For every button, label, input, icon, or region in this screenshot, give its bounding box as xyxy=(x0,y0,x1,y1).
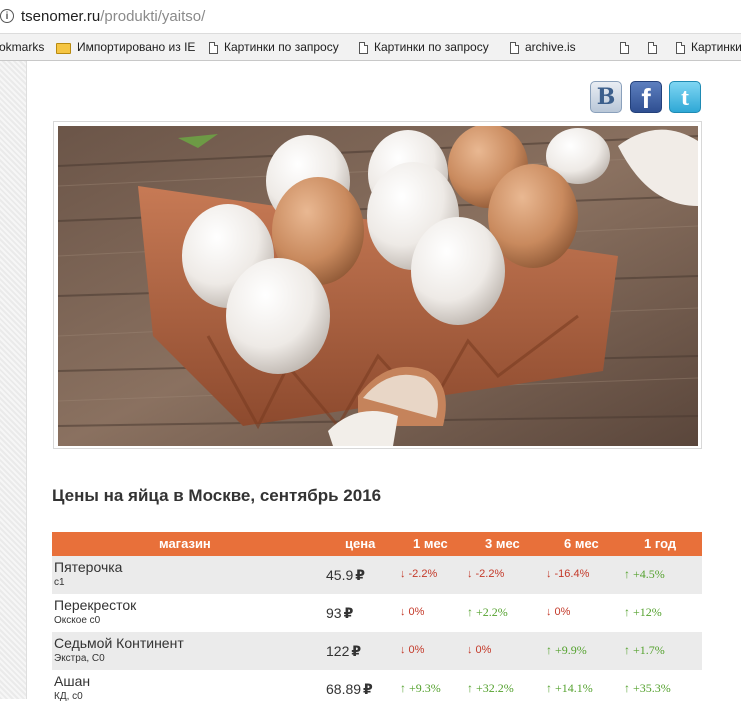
facebook-share-icon[interactable]: f xyxy=(630,81,662,114)
bookmarks-bar: okmarks Импортировано из IE Картинки по … xyxy=(0,33,741,61)
store-name: Пятерочка xyxy=(54,559,123,575)
url-path: /produkti/yaitso/ xyxy=(100,8,206,25)
store-grade: Окское с0 xyxy=(54,615,101,626)
table-row: Перекресток Окское с0 93 ₽ ↓ 0% ↑ +2.2% ↓ 0% ↑ +12% xyxy=(52,594,702,632)
store-grade: Экстра, С0 xyxy=(54,653,105,664)
ruble-icon: ₽ xyxy=(355,567,365,583)
address-bar[interactable]: i tsenomer.ru/produkti/yaitso/ xyxy=(0,0,741,33)
doc-icon xyxy=(648,42,657,54)
table-row: Ашан КД, с0 68.89 ₽ ↑ +9.3% ↑ +32.2% ↑ +14.1% ↑ +35… xyxy=(52,670,702,708)
arrow-up-icon: ↑ xyxy=(624,605,630,619)
twitter-share-icon[interactable]: t xyxy=(669,81,701,113)
page-left-margin xyxy=(0,61,27,699)
col-header-3m: 3 мес xyxy=(485,536,520,551)
change-m6: ↓ -16.4% xyxy=(546,568,590,580)
arrow-down-icon: ↓ xyxy=(400,606,406,618)
change-y1: ↑ +12% xyxy=(624,605,662,619)
change-y1: ↑ +35.3% xyxy=(624,681,671,695)
hero-image-frame xyxy=(53,121,702,449)
change-m1: ↓ 0% xyxy=(400,644,425,656)
arrow-down-icon: ↓ xyxy=(467,644,473,656)
price-cell: 68.89 ₽ xyxy=(326,681,373,697)
arrow-up-icon: ↑ xyxy=(624,643,630,657)
store-name: Ашан xyxy=(54,673,91,689)
arrow-up-icon: ↑ xyxy=(546,643,552,657)
col-header-1y: 1 год xyxy=(644,536,677,551)
bookmark-item[interactable]: Картинки xyxy=(676,40,741,56)
store-name: Перекресток xyxy=(54,597,137,613)
arrow-up-icon: ↑ xyxy=(400,681,406,695)
change-m1: ↓ 0% xyxy=(400,606,425,618)
prices-table: магазин цена 1 мес 3 мес 6 мес 1 год Пят… xyxy=(52,532,702,708)
bookmark-item[interactable]: Картинки по запросу xyxy=(209,40,345,56)
col-header-1m: 1 мес xyxy=(413,536,448,551)
page-title: Цены на яйца в Москве, сентябрь 2016 xyxy=(52,486,382,505)
arrow-down-icon: ↓ xyxy=(546,568,552,580)
ruble-icon: ₽ xyxy=(343,605,354,621)
arrow-up-icon: ↑ xyxy=(624,567,630,581)
bookmark-item[interactable]: archive.is xyxy=(510,40,576,56)
arrow-down-icon: ↓ xyxy=(467,568,473,580)
bookmark-folder-imported[interactable]: Импортировано из IE xyxy=(56,40,196,56)
change-m3: ↑ +32.2% xyxy=(467,681,514,695)
doc-icon xyxy=(620,42,629,54)
change-m6: ↓ 0% xyxy=(546,606,571,618)
site-info-icon[interactable]: i xyxy=(0,9,14,23)
arrow-down-icon: ↓ xyxy=(400,568,406,580)
change-m1: ↓ -2.2% xyxy=(400,568,438,580)
doc-icon xyxy=(359,42,368,54)
change-y1: ↑ +4.5% xyxy=(624,567,665,581)
arrow-up-icon: ↑ xyxy=(624,681,630,695)
table-row: Пятерочка с1 45.9 ₽ ↓ -2.2% ↓ -2.2% ↓ -16.4% ↑ +4.5… xyxy=(52,556,702,594)
change-m3: ↓ 0% xyxy=(467,644,492,656)
vk-share-icon[interactable]: B xyxy=(590,81,622,113)
url-field[interactable]: tsenomer.ru/produkti/yaitso/ xyxy=(21,8,205,25)
arrow-up-icon: ↑ xyxy=(467,605,473,619)
table-row: Седьмой Континент Экстра, С0 122 ₽ ↓ 0% ↓ 0% ↑ +9… xyxy=(52,632,702,670)
doc-icon xyxy=(510,42,519,54)
folder-icon xyxy=(56,43,71,54)
arrow-down-icon: ↓ xyxy=(400,644,406,656)
eggs-image xyxy=(58,126,698,446)
store-name: Седьмой Континент xyxy=(54,635,184,651)
change-y1: ↑ +1.7% xyxy=(624,643,665,657)
bookmark-item[interactable]: Картинки по запросу xyxy=(359,40,495,56)
ruble-icon: ₽ xyxy=(363,681,373,697)
price-cell: 122 ₽ xyxy=(326,643,362,659)
change-m6: ↑ +9.9% xyxy=(546,643,587,657)
bookmark-item[interactable]: okmarks xyxy=(0,40,44,56)
arrow-up-icon: ↑ xyxy=(546,681,552,695)
ruble-icon: ₽ xyxy=(351,643,362,659)
bookmark-item[interactable] xyxy=(620,40,635,56)
price-cell: 45.9 ₽ xyxy=(326,567,365,583)
doc-icon xyxy=(676,42,685,54)
arrow-down-icon: ↓ xyxy=(546,606,552,618)
change-m3: ↑ +2.2% xyxy=(467,605,508,619)
store-grade: КД, с0 xyxy=(54,691,83,702)
url-host: tsenomer.ru xyxy=(21,8,101,25)
change-m6: ↑ +14.1% xyxy=(546,681,593,695)
price-cell: 93 ₽ xyxy=(326,605,354,621)
change-m1: ↑ +9.3% xyxy=(400,681,441,695)
store-grade: с1 xyxy=(54,577,65,588)
arrow-up-icon: ↑ xyxy=(467,681,473,695)
doc-icon xyxy=(209,42,218,54)
table-header: магазин цена 1 мес 3 мес 6 мес 1 год xyxy=(52,532,702,556)
col-header-6m: 6 мес xyxy=(564,536,599,551)
bookmark-item[interactable] xyxy=(648,40,663,56)
col-header-price: цена xyxy=(345,536,376,551)
col-header-store: магазин xyxy=(159,536,211,551)
change-m3: ↓ -2.2% xyxy=(467,568,505,580)
